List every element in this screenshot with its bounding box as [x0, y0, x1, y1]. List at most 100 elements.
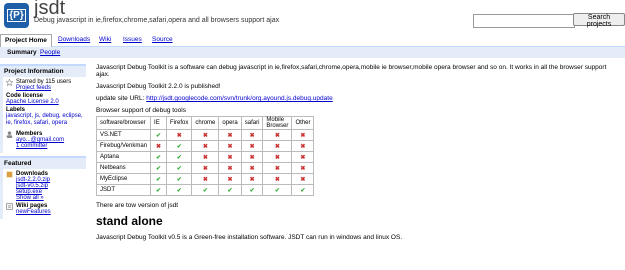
update-site-line: update site URL: http://jsdt.googlecode.…: [96, 95, 333, 102]
cross-icon: ✖: [240, 173, 264, 185]
table-header-row: software/browser IE Firefox chrome opera safa…: [95, 116, 315, 130]
cross-icon: ✖: [218, 151, 242, 163]
cross-icon: ✖: [191, 151, 220, 163]
cross-icon: ✖: [218, 173, 242, 185]
show-all-downloads-link[interactable]: Show all »: [16, 195, 44, 201]
table-body: VS.NET ✔ ✖ ✖ ✖ ✖ ✖ ✖ Firebug/Venkman ✖ ✔ ✖ ✖ ✖ ✖ ✖ Aptan…: [95, 129, 315, 196]
check-icon: ✔: [166, 151, 193, 163]
cross-icon: ✖: [191, 140, 220, 152]
cross-icon: ✖: [262, 140, 293, 152]
cross-icon: ✖: [291, 151, 315, 163]
check-icon: ✔: [166, 184, 193, 196]
tab-issues[interactable]: Issues: [119, 34, 146, 46]
software-name-cell: Firebug/Venkman: [95, 140, 152, 152]
table-row: Firebug/Venkman ✖ ✔ ✖ ✖ ✖ ✖ ✖: [95, 140, 315, 152]
software-name-cell: MyEclipse: [95, 173, 152, 185]
committer-link[interactable]: 1 committer: [16, 143, 47, 149]
featured-heading: Featured: [0, 156, 86, 169]
check-icon: ✔: [166, 162, 193, 174]
check-icon: ✔: [291, 184, 315, 196]
labels-list[interactable]: javascript, js, debug, eclipse, ie, fire…: [6, 113, 83, 127]
software-name-cell: JSDT: [95, 184, 152, 196]
software-name-cell: Netbeans: [95, 162, 152, 174]
project-logo[interactable]: {P}: [4, 3, 29, 28]
intro-text: Javascript Debug Toolkit is a software c…: [96, 64, 607, 78]
cross-icon: ✖: [291, 162, 315, 174]
check-icon: ✔: [150, 151, 168, 163]
cross-icon: ✖: [240, 151, 264, 163]
subnav-summary: Summary: [7, 49, 37, 56]
search-input[interactable]: [473, 14, 575, 28]
search-projects-button[interactable]: Search projects: [573, 13, 625, 28]
table-row: VS.NET ✔ ✖ ✖ ✖ ✖ ✖ ✖: [95, 129, 315, 141]
check-icon: ✔: [262, 184, 293, 196]
software-name-cell: VS.NET: [95, 129, 152, 141]
check-icon: ✔: [240, 184, 264, 196]
downloads-icon: [6, 171, 13, 178]
browser-support-title: Browser support of debug tools: [96, 107, 186, 114]
cross-icon: ✖: [262, 151, 293, 163]
cross-icon: ✖: [240, 129, 264, 141]
project-information-box: Project Information Starred by 115 users…: [0, 64, 86, 153]
cross-icon: ✖: [191, 173, 220, 185]
check-icon: ✔: [166, 140, 193, 152]
cross-icon: ✖: [240, 162, 264, 174]
table-header-cell: software/browser: [95, 116, 152, 130]
sidebar: Project Information Starred by 115 users…: [0, 64, 86, 222]
tab-wiki[interactable]: Wiki: [95, 34, 115, 46]
check-icon: ✔: [150, 162, 168, 174]
software-name-cell: Aptana: [95, 151, 152, 163]
star-icon[interactable]: [6, 79, 13, 86]
cross-icon: ✖: [291, 173, 315, 185]
project-summary: Debug javascript in ie,firefox,chrome,sa…: [34, 17, 280, 24]
table-row: MyEclipse ✔ ✔ ✖ ✖ ✖ ✖ ✖: [95, 173, 315, 185]
cross-icon: ✖: [218, 140, 242, 152]
project-feeds-link[interactable]: Project feeds: [16, 85, 51, 91]
tab-source[interactable]: Source: [148, 34, 177, 46]
subnav-people-link[interactable]: People: [40, 47, 60, 58]
tab-project-home[interactable]: Project Home: [0, 34, 52, 48]
cross-icon: ✖: [166, 129, 193, 141]
versions-note: There are tow version of jsdt: [96, 202, 179, 209]
check-icon: ✔: [150, 129, 168, 141]
license-link[interactable]: Apache License 2.0: [6, 99, 59, 105]
cross-icon: ✖: [191, 162, 220, 174]
check-icon: ✔: [191, 184, 220, 196]
table-row: Aptana ✔ ✔ ✖ ✖ ✖ ✖ ✖: [95, 151, 315, 163]
check-icon: ✔: [166, 173, 193, 185]
main-content: Javascript Debug Toolkit is a software c…: [95, 64, 611, 246]
wiki-pages-icon: [6, 203, 13, 210]
published-notice: Javascript Debug Toolkit 2.2.0 is publis…: [96, 83, 221, 90]
table-header-cell: IE: [150, 116, 168, 130]
wiki-page-link[interactable]: newFeatures: [16, 209, 51, 215]
update-site-url-link[interactable]: http://jsdt.googlecode.com/svn/trunk/org…: [146, 95, 332, 102]
browser-support-table: software/browser IE Firefox chrome opera safa…: [95, 116, 315, 196]
stand-alone-heading: stand alone: [96, 214, 163, 228]
check-icon: ✔: [218, 184, 242, 196]
check-icon: ✔: [150, 173, 168, 185]
tab-downloads[interactable]: Downloads: [54, 34, 94, 46]
featured-box: Featured Downloads jsdt-2.2.0.zip jsdt-v…: [0, 156, 86, 219]
cross-icon: ✖: [218, 162, 242, 174]
cross-icon: ✖: [291, 140, 315, 152]
cross-icon: ✖: [218, 129, 242, 141]
table-row: JSDT ✔ ✔ ✔ ✔ ✔ ✔ ✔: [95, 184, 315, 196]
table-header-cell: opera: [218, 116, 242, 130]
members-icon: [6, 131, 13, 138]
table-header-cell: Other: [291, 116, 315, 130]
cross-icon: ✖: [262, 129, 293, 141]
stand-alone-text: Javascript Debug Toolkit v0.5 is a Green…: [96, 234, 403, 241]
table-header-cell: Firefox: [166, 116, 193, 130]
cross-icon: ✖: [262, 162, 293, 174]
table-header-cell: Mobile Browser: [262, 116, 293, 130]
table-row: Netbeans ✔ ✔ ✖ ✖ ✖ ✖ ✖: [95, 162, 315, 174]
table-header-cell: chrome: [191, 116, 220, 130]
cross-icon: ✖: [191, 129, 220, 141]
cross-icon: ✖: [150, 140, 168, 152]
cross-icon: ✖: [291, 129, 315, 141]
cross-icon: ✖: [240, 140, 264, 152]
sub-navigation: Summary People: [0, 47, 625, 58]
check-icon: ✔: [150, 184, 168, 196]
cross-icon: ✖: [262, 173, 293, 185]
project-information-heading: Project Information: [0, 64, 86, 77]
